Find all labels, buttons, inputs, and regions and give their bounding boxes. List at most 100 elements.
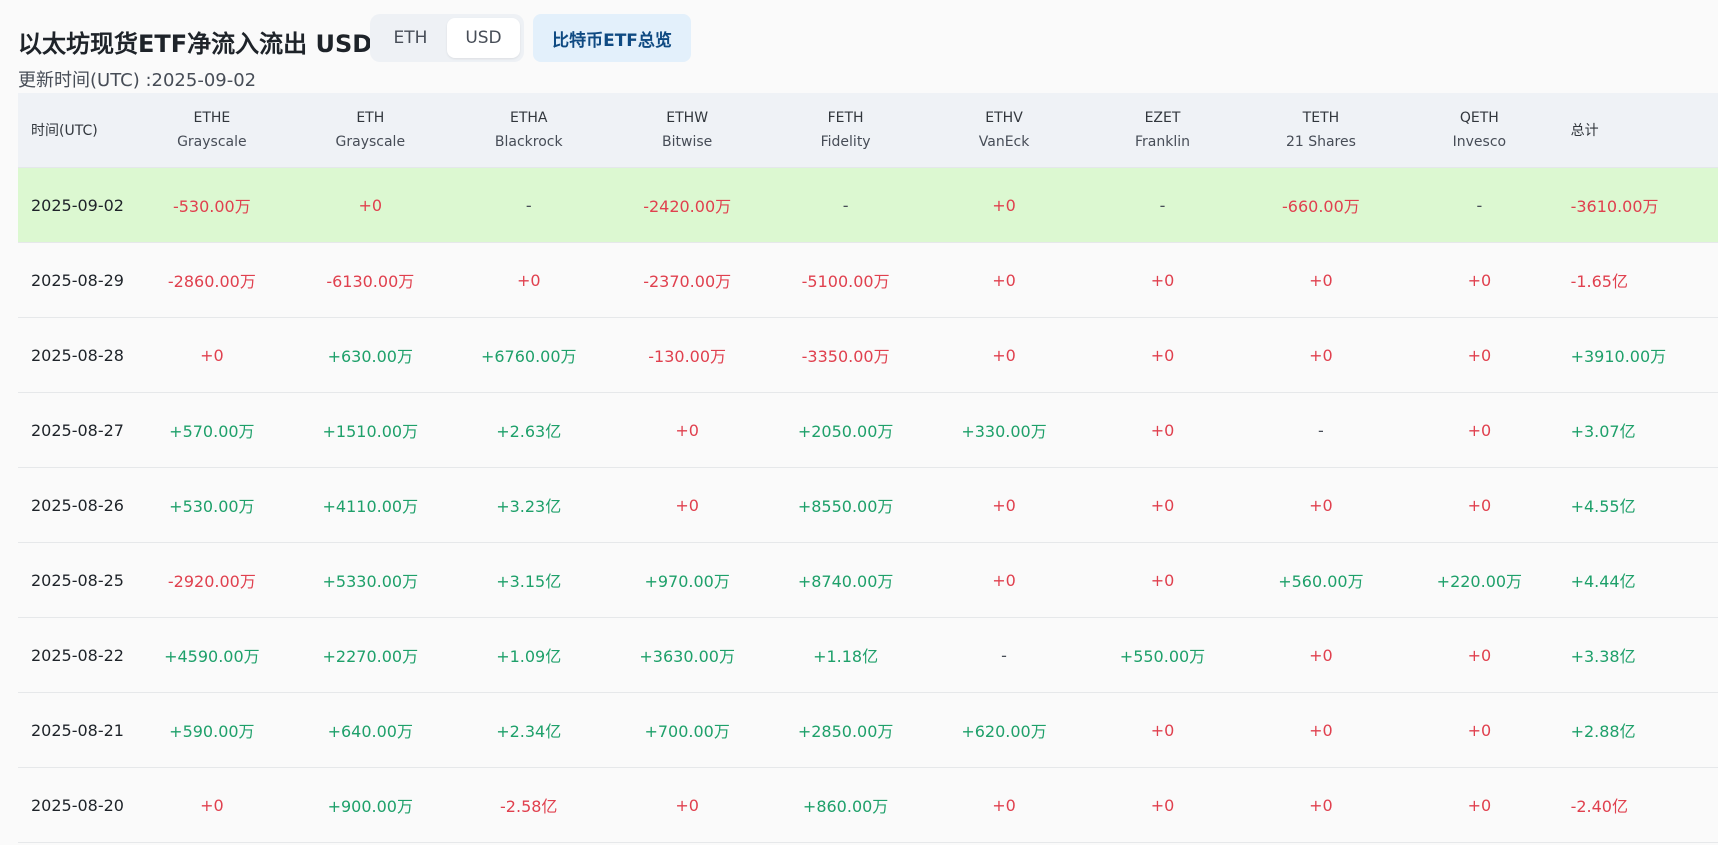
flow-cell-eth: +2270.00万: [322, 647, 419, 666]
flow-cell-ethw: +3630.00万: [639, 647, 735, 666]
flow-cell-qeth: +0: [1467, 720, 1492, 740]
flow-cell-qeth: +0: [1467, 270, 1492, 290]
flow-cell-ethe: -2860.00万: [167, 272, 256, 291]
flow-cell-eth: +5330.00万: [322, 572, 419, 591]
column-header-ethw: ETHW Bitwise: [608, 93, 766, 167]
flow-cell-eth: +900.00万: [327, 797, 413, 816]
flow-cell-ethv: +620.00万: [961, 722, 1047, 741]
flow-cell-teth: +560.00万: [1278, 572, 1364, 591]
column-issuer: Grayscale: [177, 134, 247, 150]
update-time: 更新时间(UTC) :2025-09-02: [18, 70, 257, 91]
flow-cell-etha: -: [525, 195, 532, 215]
flow-cell-ethw: +0: [675, 495, 699, 515]
table-row: 2025-08-26 +530.00万 +4110.00万 +3.23亿 +0 +8550…: [18, 468, 1718, 543]
row-date: 2025-08-26: [31, 495, 124, 515]
flow-cell-teth: +0: [1309, 495, 1333, 515]
column-issuer: VanEck: [978, 134, 1030, 150]
flow-cell-qeth: -: [1476, 195, 1483, 215]
row-total: +2.88亿: [1570, 722, 1636, 741]
flow-cell-ethw: -2420.00万: [643, 197, 732, 216]
flow-cell-ezet: +550.00万: [1119, 647, 1206, 666]
column-issuer: Grayscale: [335, 134, 406, 150]
flow-cell-teth: +0: [1309, 345, 1333, 365]
flow-cell-etha: +1.09亿: [496, 647, 562, 666]
flow-cell-ethe: -2920.00万: [167, 572, 256, 591]
column-ticker: EZET: [1144, 110, 1181, 126]
flow-cell-qeth: +0: [1467, 495, 1492, 515]
flow-cell-ezet: +0: [1150, 495, 1175, 515]
flow-cell-eth: +0: [358, 195, 383, 215]
flow-cell-teth: +0: [1309, 645, 1333, 665]
flow-cell-feth: +860.00万: [802, 797, 889, 816]
column-header-teth: TETH 21 Shares: [1242, 93, 1400, 167]
flow-cell-qeth: +0: [1467, 645, 1492, 665]
column-header-ezet: EZET Franklin: [1083, 93, 1241, 167]
table-row: 2025-08-27 +570.00万 +1510.00万 +2.63亿 +0 +2050…: [18, 393, 1718, 468]
row-date: 2025-08-28: [31, 345, 124, 365]
flow-cell-teth: -: [1318, 420, 1324, 440]
column-ticker: ETHV: [985, 110, 1023, 126]
flow-cell-ethv: +0: [992, 495, 1016, 515]
flow-cell-teth: +0: [1309, 720, 1333, 740]
flow-cell-ezet: +0: [1150, 345, 1175, 365]
column-ticker: ETHA: [509, 110, 548, 126]
flow-cell-eth: +1510.00万: [322, 422, 419, 441]
flow-cell-feth: +8740.00万: [797, 572, 894, 591]
flow-cell-qeth: +0: [1467, 345, 1492, 365]
row-total: +3.38亿: [1570, 647, 1636, 666]
row-total: +3910.00万: [1570, 347, 1667, 366]
column-ticker: ETHW: [666, 110, 709, 126]
flow-cell-feth: +2850.00万: [797, 722, 894, 741]
toggle-usd[interactable]: USD: [447, 18, 520, 58]
column-issuer: Fidelity: [820, 134, 871, 150]
flow-cell-ezet: +0: [1150, 795, 1175, 815]
btc-etf-overview-button[interactable]: 比特币ETF总览: [533, 14, 691, 62]
row-date: 2025-08-20: [31, 795, 124, 815]
flow-cell-qeth: +220.00万: [1436, 572, 1523, 591]
flow-cell-ethe: +0: [200, 345, 224, 365]
flow-cell-ethe: +530.00万: [169, 497, 255, 516]
flow-cell-etha: +2.63亿: [496, 422, 562, 441]
flow-cell-ethw: +970.00万: [644, 572, 730, 591]
column-issuer: Franklin: [1134, 134, 1190, 150]
flow-cell-etha: +3.15亿: [496, 572, 562, 591]
unit-toggle: ETH USD: [370, 14, 524, 62]
flow-cell-ethv: +0: [992, 195, 1016, 215]
flow-cell-ethv: +0: [992, 270, 1016, 290]
table-header: 时间(UTC) ETHE Grayscale ETH Grayscale ETHA Bla…: [18, 93, 1718, 168]
flow-cell-eth: -6130.00万: [326, 272, 415, 291]
flow-cell-teth: +0: [1309, 270, 1333, 290]
column-issuer: Bitwise: [662, 134, 713, 150]
column-ticker: FETH: [827, 110, 864, 126]
flow-cell-ezet: -: [1159, 195, 1166, 215]
row-total: +4.55亿: [1570, 497, 1636, 516]
column-header-ethe: ETHE Grayscale: [133, 93, 291, 167]
row-date: 2025-08-21: [31, 720, 124, 740]
flow-cell-etha: -2.58亿: [500, 797, 558, 816]
flow-cell-ethw: -130.00万: [648, 347, 727, 366]
column-ticker: QETH: [1459, 110, 1499, 126]
flow-cell-qeth: +0: [1467, 420, 1492, 440]
page-title: 以太坊现货ETF净流入流出 USD: [18, 30, 373, 58]
table-row: 2025-08-20 +0 +900.00万 -2.58亿 +0 +860.00万 +0 +0…: [18, 768, 1718, 843]
etf-flow-table: 时间(UTC) ETHE Grayscale ETH Grayscale ETHA Bla…: [18, 93, 1718, 843]
table-body: 2025-09-02 -530.00万 +0 - -2420.00万 - +0 - -660.0…: [18, 168, 1718, 843]
flow-cell-eth: +640.00万: [327, 722, 413, 741]
total-column-header: 总计: [1570, 123, 1599, 139]
flow-cell-ethe: -530.00万: [172, 197, 251, 216]
date-column-header: 时间(UTC): [31, 123, 98, 139]
flow-cell-qeth: +0: [1467, 795, 1492, 815]
toggle-eth[interactable]: ETH: [374, 18, 447, 58]
flow-cell-feth: +8550.00万: [797, 497, 894, 516]
flow-cell-ethe: +590.00万: [169, 722, 255, 741]
column-header-ethv: ETHV VanEck: [925, 93, 1083, 167]
page-header: 以太坊现货ETF净流入流出 USD ETH USD 比特币ETF总览 更新时间(…: [0, 0, 1718, 92]
flow-cell-ethe: +0: [200, 795, 224, 815]
flow-cell-ethw: +700.00万: [644, 722, 730, 741]
column-issuer: 21 Shares: [1285, 134, 1356, 150]
flow-cell-ethv: +0: [992, 345, 1016, 365]
table-row: 2025-08-28 +0 +630.00万 +6760.00万 -130.00万 -33…: [18, 318, 1718, 393]
flow-cell-feth: -5100.00万: [801, 272, 890, 291]
table-row: 2025-09-02 -530.00万 +0 - -2420.00万 - +0 - -660.0…: [18, 168, 1718, 243]
column-header-qeth: QETH Invesco: [1400, 93, 1558, 167]
